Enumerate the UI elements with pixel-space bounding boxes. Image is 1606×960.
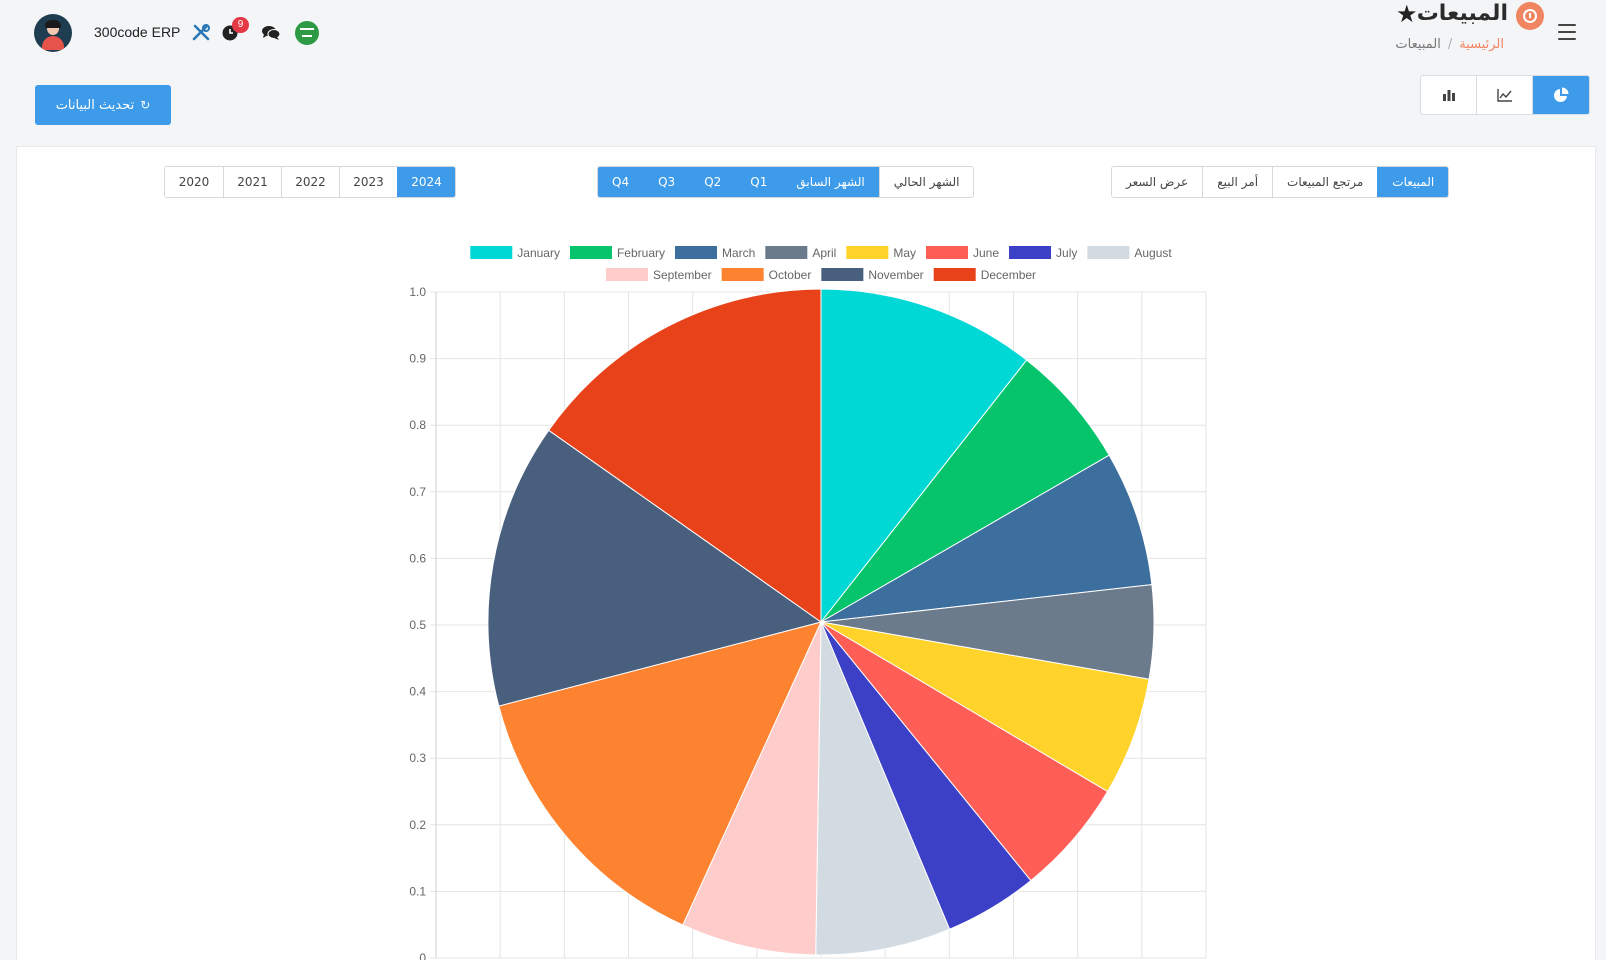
legend-swatch — [765, 246, 808, 259]
legend-label: March — [722, 246, 755, 260]
legend-swatch — [1009, 246, 1052, 259]
legend-swatch — [721, 268, 764, 281]
legend-label: December — [981, 268, 1036, 282]
legend-label: June — [973, 246, 999, 260]
legend-label: February — [617, 246, 665, 260]
legend-label: September — [653, 268, 712, 282]
y-tick-label: 0.5 — [409, 618, 426, 632]
legend-swatch — [1087, 246, 1130, 259]
y-tick-label: 0.4 — [409, 685, 426, 699]
y-tick-label: 0.6 — [409, 551, 426, 565]
legend-swatch — [470, 246, 513, 259]
y-tick-label: 0.1 — [409, 884, 426, 898]
legend-swatch — [569, 246, 612, 259]
legend-swatch — [674, 246, 717, 259]
y-tick-label: 0.2 — [409, 818, 426, 832]
sales-pie-chart: 0 0.1 0.2 0.3 0.4 0.5 0.6 0.7 0.8 0.9 1.0 January Fe… — [409, 246, 1207, 960]
y-tick-label: 0.9 — [409, 352, 426, 366]
legend-label: November — [868, 268, 923, 282]
legend-label: April — [812, 246, 836, 260]
legend-swatch — [926, 246, 969, 259]
legend-label: May — [893, 246, 916, 260]
y-tick-label: 0.8 — [409, 418, 426, 432]
y-tick-label: 1.0 — [409, 285, 426, 299]
legend-swatch — [933, 268, 976, 281]
legend-label: October — [769, 268, 812, 282]
y-tick-label: 0.7 — [409, 485, 426, 499]
y-tick-label: 0 — [419, 951, 426, 960]
legend-label: July — [1056, 246, 1077, 260]
legend-label: August — [1134, 246, 1172, 260]
legend-swatch — [821, 268, 864, 281]
legend-swatch — [605, 268, 648, 281]
legend-label: January — [517, 246, 560, 260]
y-tick-label: 0.3 — [409, 751, 426, 765]
legend-swatch — [846, 246, 889, 259]
